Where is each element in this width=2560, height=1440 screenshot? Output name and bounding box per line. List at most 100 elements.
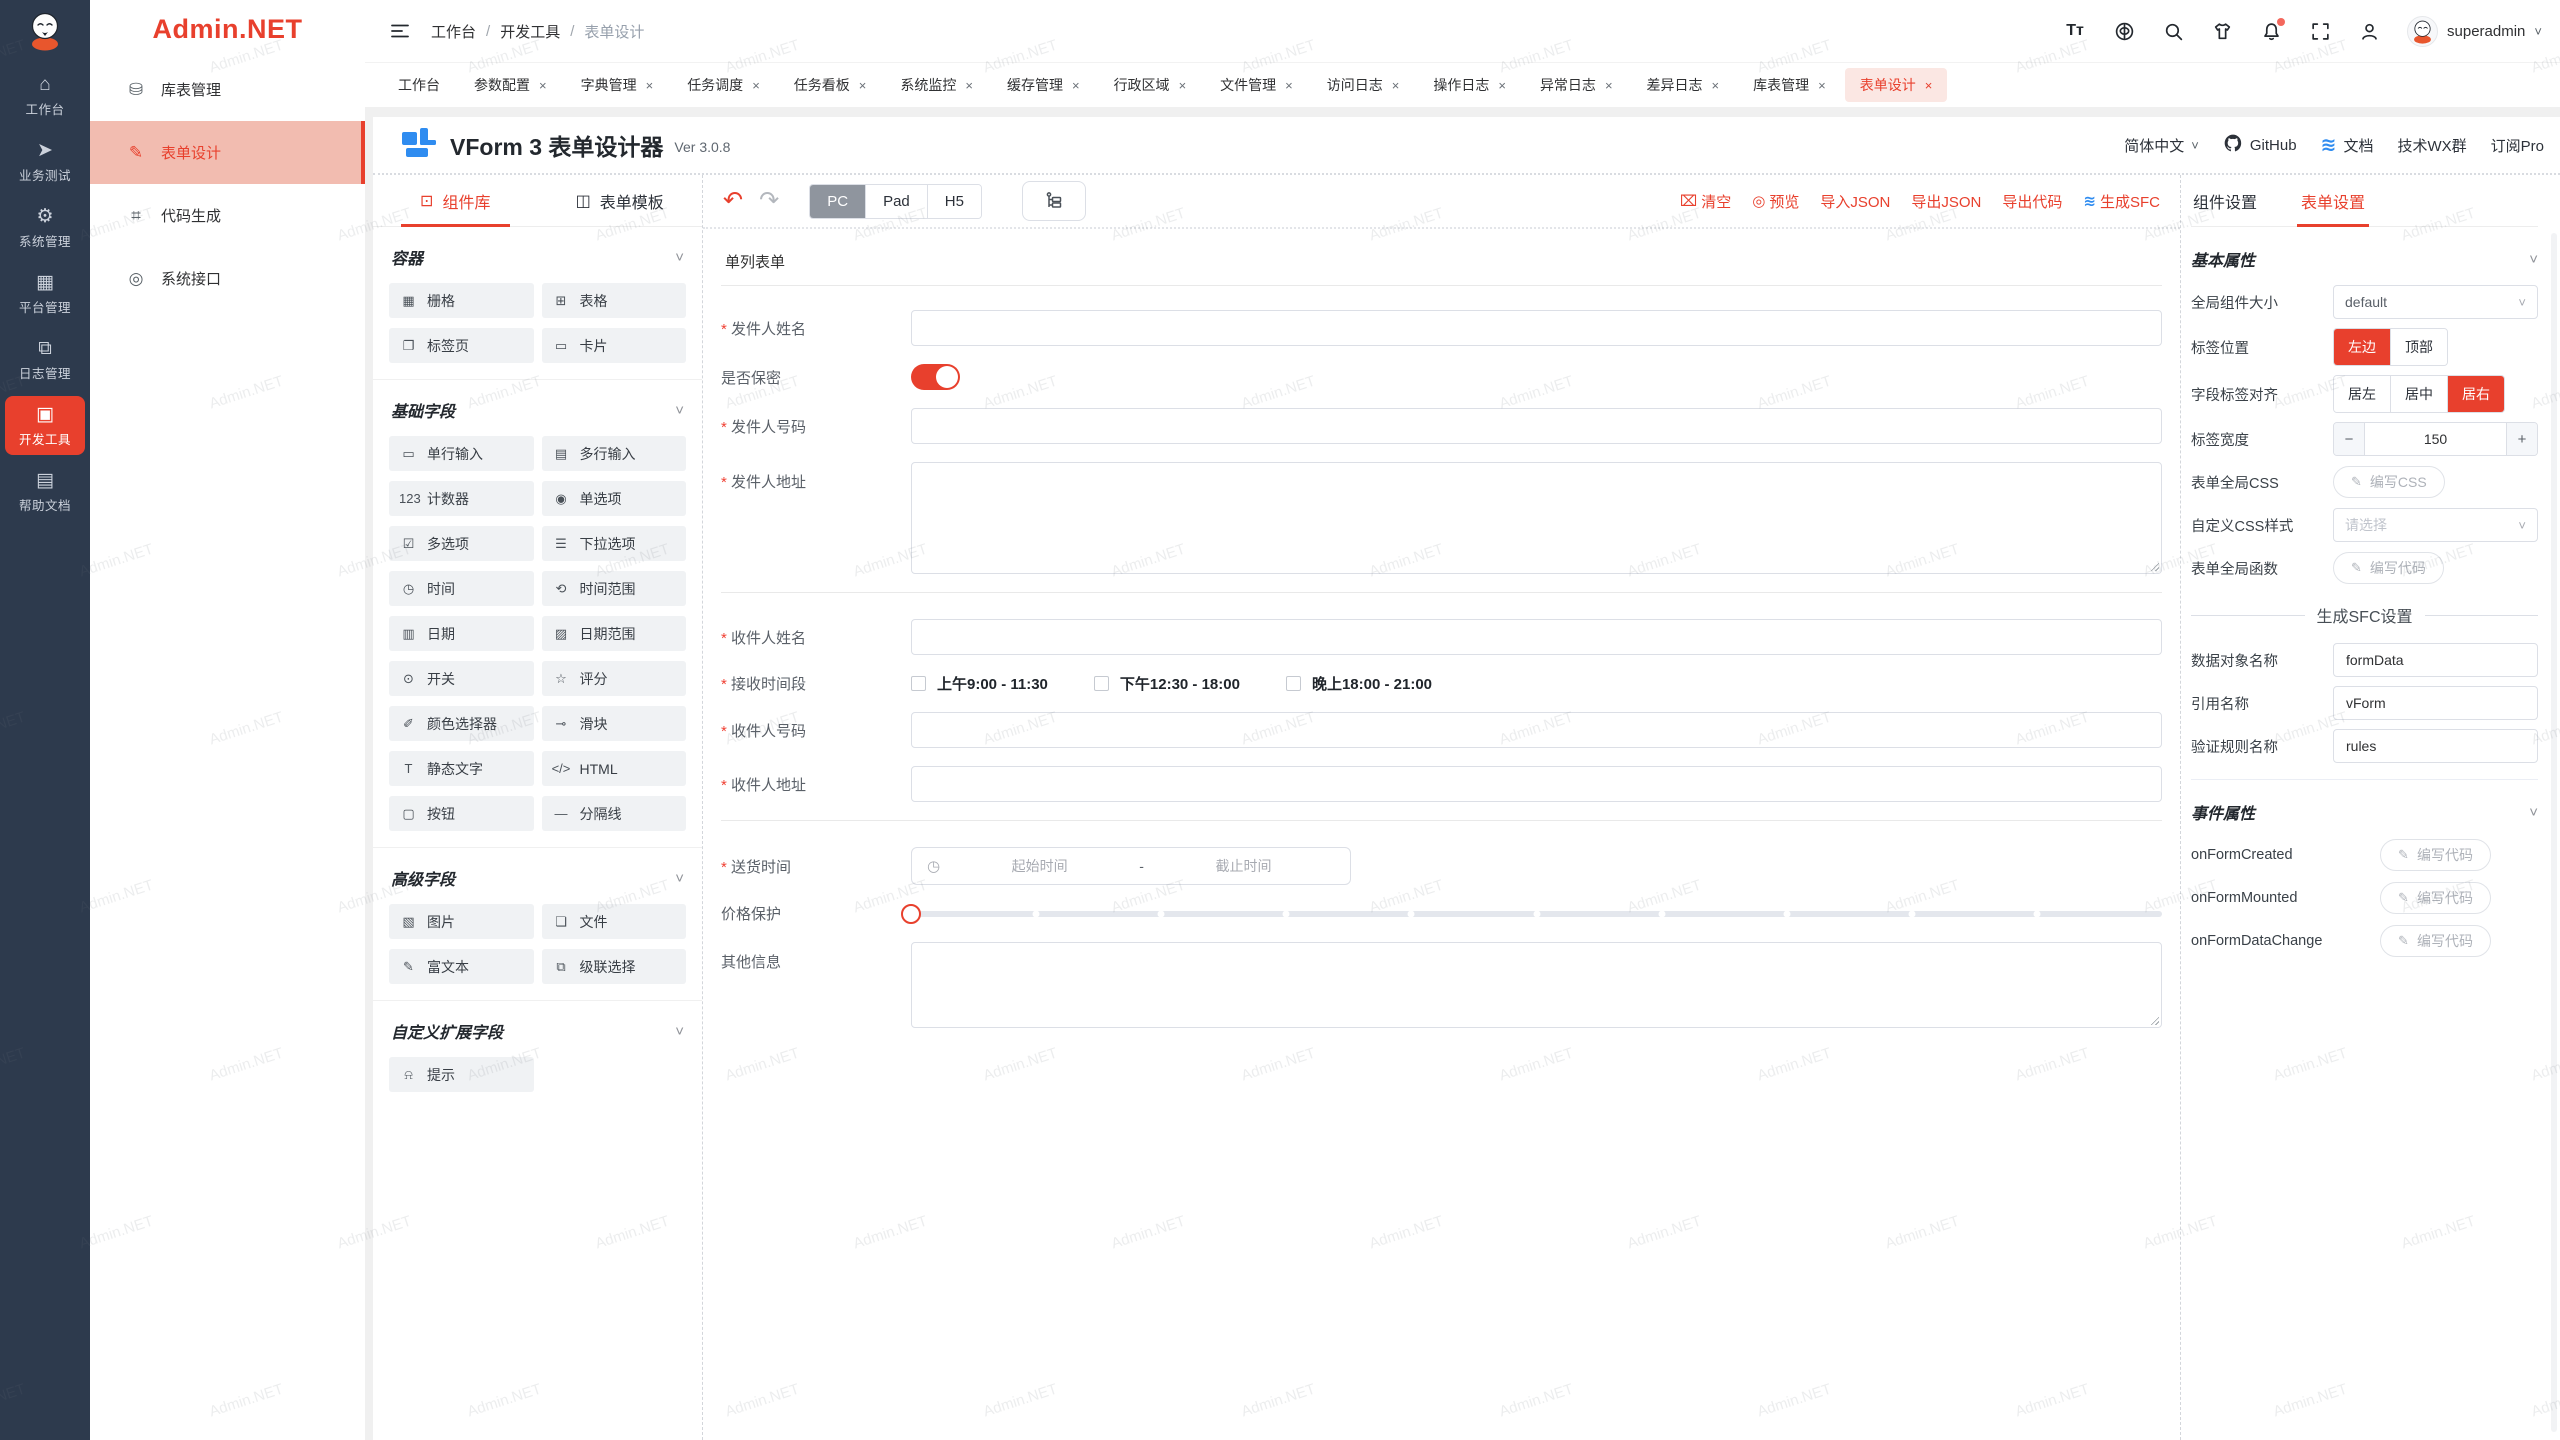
tab-2[interactable]: 字典管理× xyxy=(566,68,669,102)
tab-7[interactable]: 行政区域× xyxy=(1099,68,1202,102)
select-input[interactable]: default˅ xyxy=(2333,285,2538,319)
sidebar-item-3[interactable]: ◎系统接口 xyxy=(90,247,365,310)
widget-item-1-0[interactable]: ▭单行输入 xyxy=(389,436,534,471)
menu-collapse-icon[interactable] xyxy=(389,20,411,42)
widget-section-header[interactable]: 自定义扩展字段˅ xyxy=(391,1019,684,1043)
wx-group-link[interactable]: 技术WX群 xyxy=(2397,135,2466,156)
theme-icon[interactable] xyxy=(2211,20,2233,42)
action-4[interactable]: 导出代码 xyxy=(2002,191,2062,212)
edit-code-button[interactable]: ✎编写CSS xyxy=(2333,466,2445,498)
tab-12[interactable]: 差异日志× xyxy=(1632,68,1735,102)
checkbox-icon[interactable] xyxy=(911,676,926,691)
widget-item-2-0[interactable]: ▧图片 xyxy=(389,904,534,939)
widget-item-2-1[interactable]: ❏文件 xyxy=(542,904,687,939)
rail-item-5[interactable]: ▣开发工具 xyxy=(5,396,85,455)
widget-item-1-1[interactable]: ▤多行输入 xyxy=(542,436,687,471)
rail-item-6[interactable]: ▤帮助文档 xyxy=(5,462,85,521)
close-icon[interactable]: × xyxy=(859,79,867,92)
search-icon[interactable] xyxy=(2162,20,2184,42)
segment-option-1[interactable]: 居中 xyxy=(2390,376,2447,412)
widget-item-1-2[interactable]: 123计数器 xyxy=(389,481,534,516)
form-field-11[interactable]: 价格保护 xyxy=(721,903,2162,924)
action-0[interactable]: ⌧清空 xyxy=(1680,191,1731,212)
breadcrumb-item-0[interactable]: 工作台 xyxy=(431,21,476,42)
tab-0[interactable]: 工作台 xyxy=(383,68,455,102)
form-field-0[interactable]: 发件人姓名 xyxy=(721,310,2162,346)
close-icon[interactable]: × xyxy=(752,79,760,92)
close-icon[interactable]: × xyxy=(1285,79,1293,92)
notification-icon[interactable] xyxy=(2260,20,2282,42)
segment-option-2[interactable]: 居右 xyxy=(2447,376,2504,412)
form-field-6[interactable]: 接收时间段上午9:00 - 11:30下午12:30 - 18:00晚上18:0… xyxy=(721,673,2162,694)
tab-13[interactable]: 库表管理× xyxy=(1738,68,1841,102)
widget-tab-0[interactable]: ⊡组件库 xyxy=(373,175,538,226)
breadcrumb-item-1[interactable]: 开发工具 xyxy=(500,21,560,42)
form-field-10[interactable]: 送货时间◷起始时间-截止时间 xyxy=(721,847,2162,885)
widget-item-1-16[interactable]: ▢按钮 xyxy=(389,796,534,831)
tab-9[interactable]: 访问日志× xyxy=(1312,68,1415,102)
edit-code-button[interactable]: ✎编写代码 xyxy=(2380,882,2491,914)
props-tab-1[interactable]: 表单设置 xyxy=(2301,175,2365,226)
tab-8[interactable]: 文件管理× xyxy=(1205,68,1308,102)
device-button-0[interactable]: PC xyxy=(810,185,865,218)
widget-item-0-1[interactable]: ⊞表格 xyxy=(542,283,687,318)
text-input[interactable] xyxy=(911,408,2162,444)
action-3[interactable]: 导出JSON xyxy=(1911,191,1981,212)
time-range-picker[interactable]: ◷起始时间-截止时间 xyxy=(911,847,1351,885)
widget-item-1-13[interactable]: ⊸滑块 xyxy=(542,706,687,741)
checkbox-icon[interactable] xyxy=(1094,676,1109,691)
close-icon[interactable]: × xyxy=(965,79,973,92)
action-5[interactable]: ≋生成SFC xyxy=(2083,191,2160,212)
widget-item-1-5[interactable]: ☰下拉选项 xyxy=(542,526,687,561)
widget-section-header[interactable]: 容器˅ xyxy=(391,245,684,269)
close-icon[interactable]: × xyxy=(1179,79,1187,92)
docs-link[interactable]: ≋ 文档 xyxy=(2321,134,2374,157)
tab-10[interactable]: 操作日志× xyxy=(1418,68,1521,102)
close-icon[interactable]: × xyxy=(1605,79,1613,92)
breadcrumb-item-2[interactable]: 表单设计 xyxy=(584,21,644,42)
widget-item-3-0[interactable]: ⍾提示 xyxy=(389,1057,534,1092)
sidebar-item-1[interactable]: ✎表单设计 xyxy=(90,121,365,184)
close-icon[interactable]: × xyxy=(1498,79,1506,92)
tab-5[interactable]: 系统监控× xyxy=(885,68,988,102)
widget-item-0-0[interactable]: ▦栅格 xyxy=(389,283,534,318)
switch-toggle[interactable] xyxy=(911,364,960,390)
segment-option-1[interactable]: 顶部 xyxy=(2390,329,2447,365)
widget-item-0-2[interactable]: ❐标签页 xyxy=(389,328,534,363)
text-input[interactable]: vForm xyxy=(2333,686,2538,720)
checkbox-option-0[interactable]: 上午9:00 - 11:30 xyxy=(911,673,1048,694)
select-input[interactable]: 请选择˅ xyxy=(2333,508,2538,542)
language-select[interactable]: 简体中文 ˅ xyxy=(2124,135,2199,156)
form-field-2[interactable]: 发件人号码 xyxy=(721,408,2162,444)
sidebar-item-0[interactable]: ⛁库表管理 xyxy=(90,58,365,121)
widget-item-1-15[interactable]: </>HTML xyxy=(542,751,687,786)
widget-item-1-6[interactable]: ◷时间 xyxy=(389,571,534,606)
checkbox-option-1[interactable]: 下午12:30 - 18:00 xyxy=(1094,673,1240,694)
text-input[interactable] xyxy=(911,310,2162,346)
tab-3[interactable]: 任务调度× xyxy=(672,68,775,102)
widget-item-1-9[interactable]: ▨日期范围 xyxy=(542,616,687,651)
rail-item-3[interactable]: ▦平台管理 xyxy=(5,264,85,323)
rail-item-4[interactable]: ⧉日志管理 xyxy=(5,330,85,389)
edit-code-button[interactable]: ✎编写代码 xyxy=(2380,839,2491,871)
widget-item-1-12[interactable]: ✐颜色选择器 xyxy=(389,706,534,741)
segment-option-0[interactable]: 居左 xyxy=(2334,376,2390,412)
close-icon[interactable]: × xyxy=(539,79,547,92)
slider-control[interactable] xyxy=(911,904,2162,924)
profile-icon[interactable] xyxy=(2358,20,2380,42)
subscribe-pro-link[interactable]: 订阅Pro xyxy=(2491,135,2544,156)
undo-icon[interactable]: ↶ xyxy=(723,189,743,213)
text-input[interactable]: rules xyxy=(2333,729,2538,763)
tab-14[interactable]: 表单设计× xyxy=(1845,68,1948,102)
tab-11[interactable]: 异常日志× xyxy=(1525,68,1628,102)
sidebar-item-2[interactable]: ⌗代码生成 xyxy=(90,184,365,247)
textarea-input[interactable] xyxy=(911,462,2162,574)
form-field-1[interactable]: 是否保密 xyxy=(721,364,2162,390)
close-icon[interactable]: × xyxy=(1712,79,1720,92)
widget-item-2-2[interactable]: ✎富文本 xyxy=(389,949,534,984)
text-input[interactable] xyxy=(911,619,2162,655)
widget-item-1-14[interactable]: T静态文字 xyxy=(389,751,534,786)
props-tab-0[interactable]: 组件设置 xyxy=(2193,175,2257,226)
form-field-12[interactable]: 其他信息 xyxy=(721,942,2162,1028)
slider-handle[interactable] xyxy=(901,904,921,924)
